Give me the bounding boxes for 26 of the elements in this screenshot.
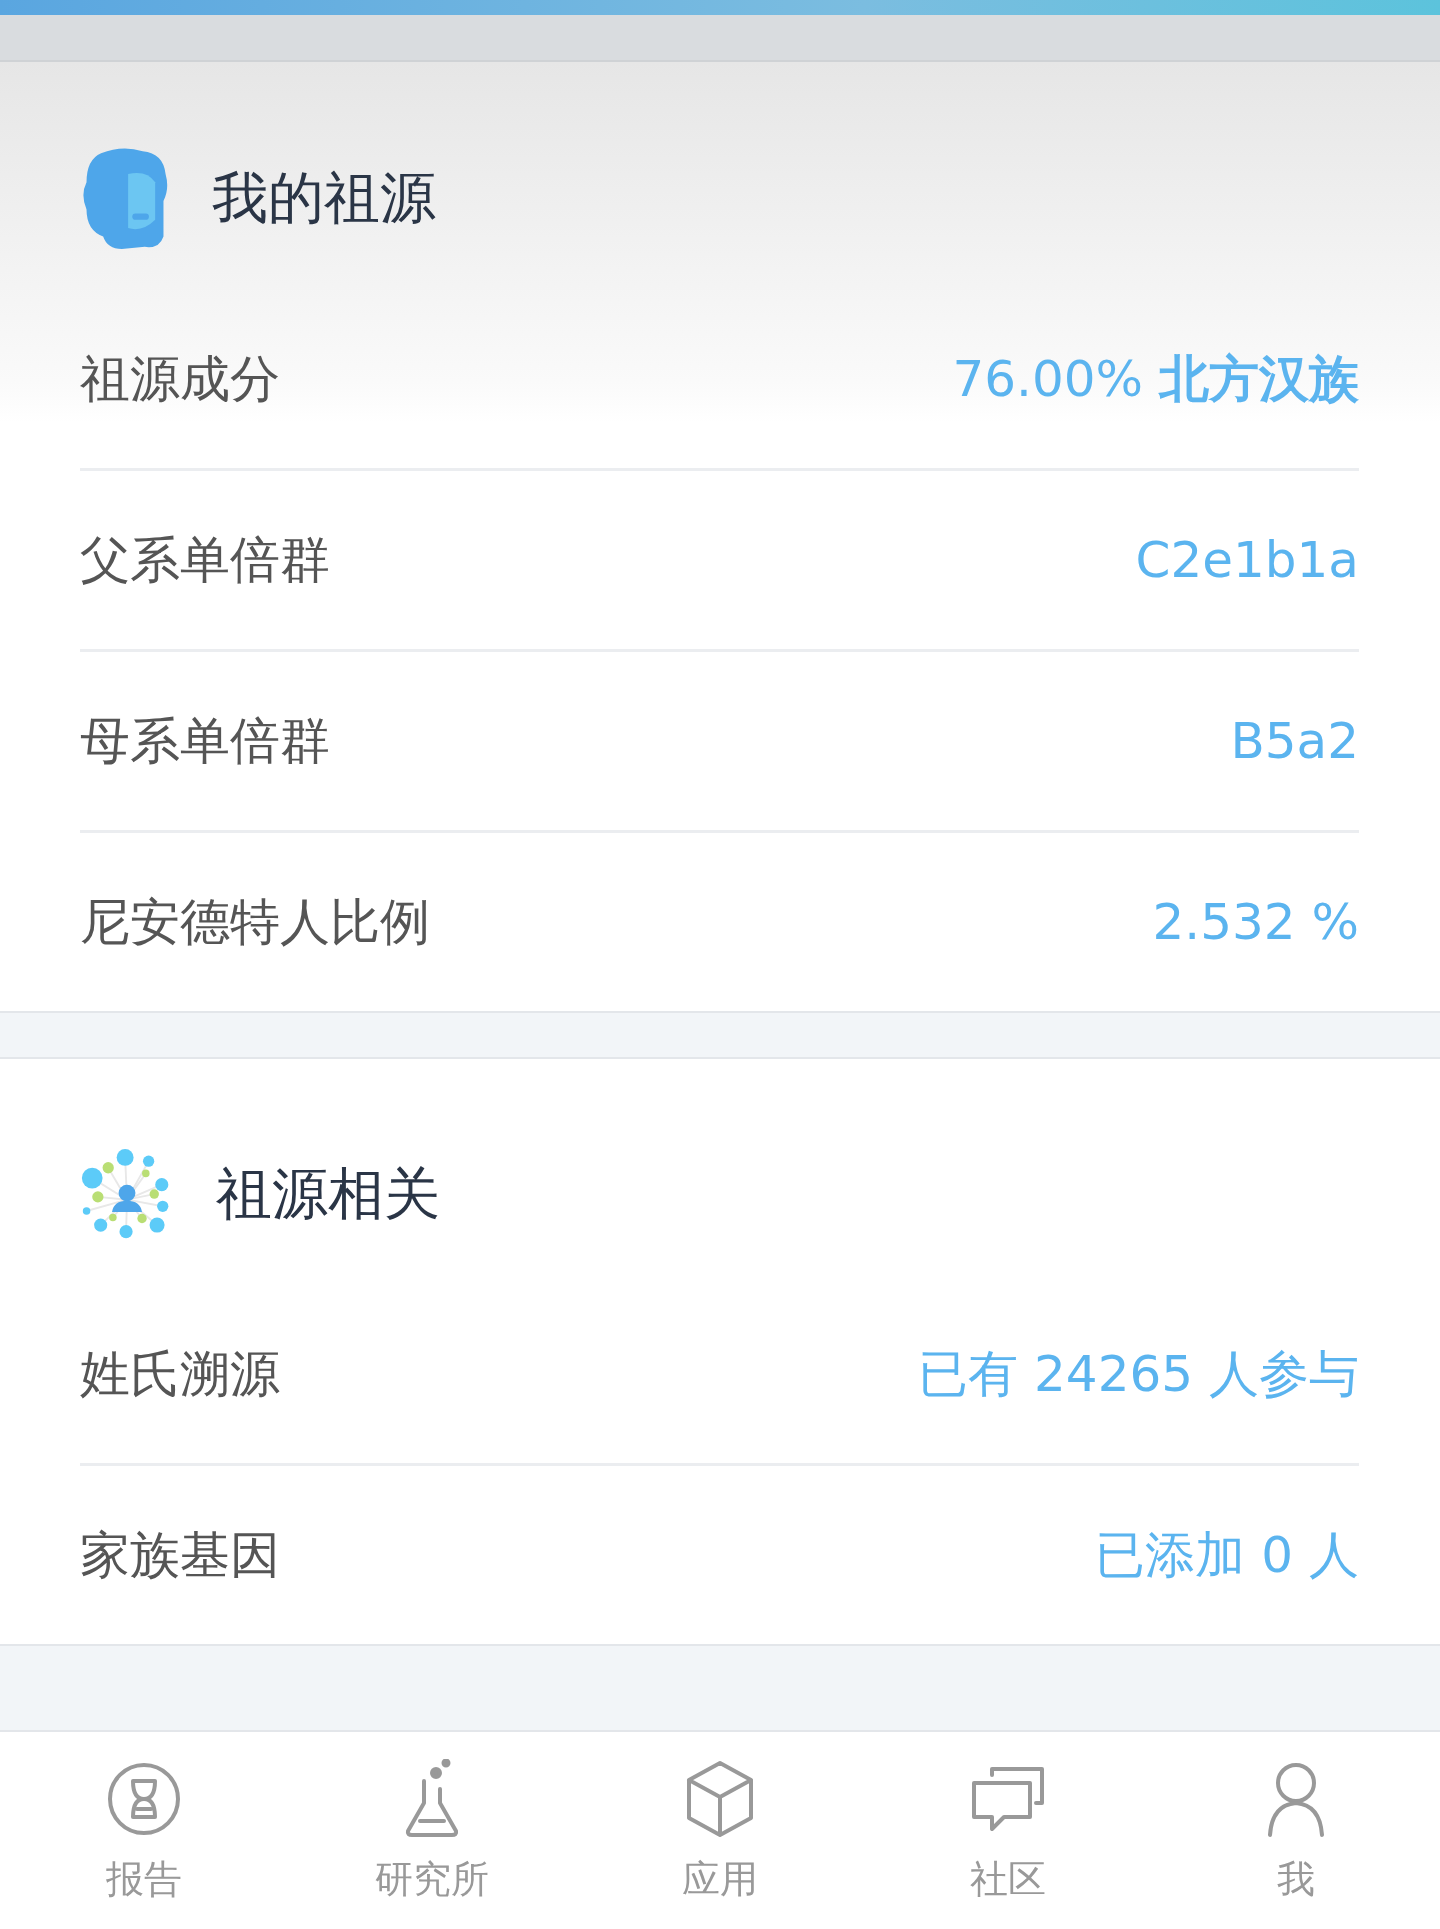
section-title: 祖源相关	[216, 1160, 440, 1228]
tab-item[interactable]: 应用	[576, 1732, 864, 1929]
tab-label: 应用	[682, 1856, 758, 1903]
row-value[interactable]: C2e1b1a	[1135, 531, 1359, 589]
row-label: 父系单倍群	[80, 529, 330, 591]
row-value[interactable]: 76.00% 北方汉族	[952, 345, 1359, 413]
row-value[interactable]: 2.532 %	[1152, 893, 1359, 951]
row-value[interactable]: B5a2	[1230, 712, 1359, 770]
tab-item[interactable]: 报告	[0, 1732, 288, 1929]
tab-label: 社区	[970, 1856, 1046, 1903]
person-icon	[1266, 1761, 1326, 1837]
cube-icon	[685, 1760, 755, 1838]
tab-label: 我	[1277, 1856, 1315, 1903]
row-label: 姓氏溯源	[80, 1343, 280, 1405]
row-label: 尼安德特人比例	[80, 891, 430, 953]
row-label: 母系单倍群	[80, 710, 330, 772]
row-label: 家族基因	[80, 1524, 280, 1586]
tab-label: 报告	[106, 1856, 182, 1903]
tab-label: 研究所	[375, 1856, 489, 1903]
tab-item[interactable]: 社区	[864, 1732, 1152, 1929]
tab-item[interactable]: 研究所	[288, 1732, 576, 1929]
row-label: 祖源成分	[80, 348, 280, 410]
row-value[interactable]: 已有 24265 人参与	[918, 1340, 1359, 1408]
row-value[interactable]: 已添加 0 人	[1095, 1521, 1359, 1589]
section-title: 我的祖源	[212, 164, 436, 232]
tab-item[interactable]: 我	[1152, 1732, 1440, 1929]
